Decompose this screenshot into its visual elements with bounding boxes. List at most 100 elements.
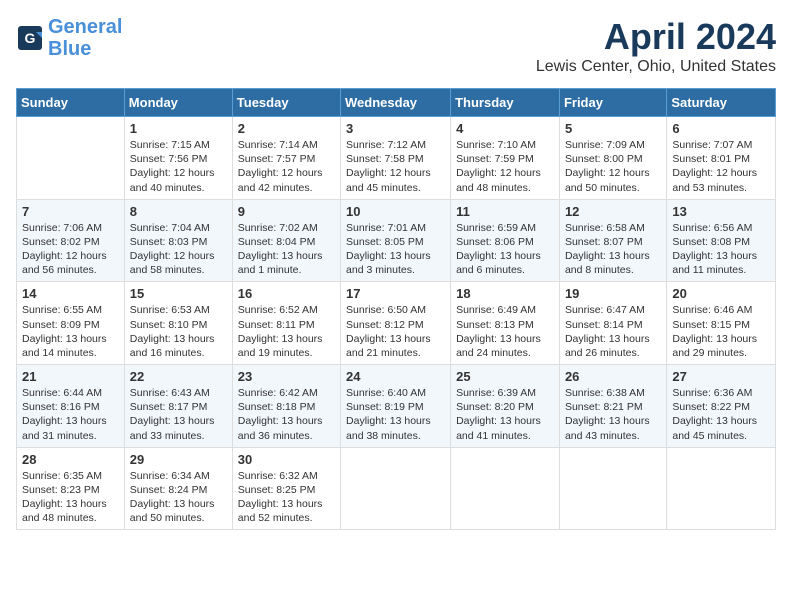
day-content: Sunrise: 6:40 AM Sunset: 8:19 PM Dayligh… xyxy=(346,386,445,443)
day-content: Sunrise: 7:10 AM Sunset: 7:59 PM Dayligh… xyxy=(456,138,554,195)
day-content: Sunrise: 6:46 AM Sunset: 8:15 PM Dayligh… xyxy=(672,303,770,360)
calendar-cell: 18 Sunrise: 6:49 AM Sunset: 8:13 PM Dayli… xyxy=(451,282,560,365)
svg-text:G: G xyxy=(25,30,36,46)
day-number: 18 xyxy=(456,286,554,301)
day-number: 17 xyxy=(346,286,445,301)
day-content: Sunrise: 7:06 AM Sunset: 8:02 PM Dayligh… xyxy=(22,221,119,278)
weekday-header: Sunday xyxy=(17,89,125,117)
day-number: 23 xyxy=(238,369,335,384)
location-title: Lewis Center, Ohio, United States xyxy=(536,58,776,76)
day-number: 16 xyxy=(238,286,335,301)
day-number: 13 xyxy=(672,204,770,219)
day-content: Sunrise: 6:55 AM Sunset: 8:09 PM Dayligh… xyxy=(22,303,119,360)
weekday-header: Tuesday xyxy=(232,89,340,117)
calendar-cell: 10 Sunrise: 7:01 AM Sunset: 8:05 PM Dayli… xyxy=(341,199,451,282)
day-content: Sunrise: 7:07 AM Sunset: 8:01 PM Dayligh… xyxy=(672,138,770,195)
calendar-week-row: 14 Sunrise: 6:55 AM Sunset: 8:09 PM Dayli… xyxy=(17,282,776,365)
day-number: 15 xyxy=(130,286,227,301)
day-content: Sunrise: 6:56 AM Sunset: 8:08 PM Dayligh… xyxy=(672,221,770,278)
day-number: 3 xyxy=(346,121,445,136)
calendar-cell xyxy=(451,447,560,530)
day-number: 5 xyxy=(565,121,661,136)
calendar-cell: 2 Sunrise: 7:14 AM Sunset: 7:57 PM Daylig… xyxy=(232,117,340,200)
weekday-header: Friday xyxy=(559,89,666,117)
day-number: 19 xyxy=(565,286,661,301)
calendar-cell: 19 Sunrise: 6:47 AM Sunset: 8:14 PM Dayli… xyxy=(559,282,666,365)
day-content: Sunrise: 7:01 AM Sunset: 8:05 PM Dayligh… xyxy=(346,221,445,278)
calendar-cell: 29Sunrise: 6:34 AM Sunset: 8:24 PM Dayli… xyxy=(124,447,232,530)
calendar-week-row: 28 Sunrise: 6:35 AM Sunset: 8:23 PM Dayli… xyxy=(17,447,776,530)
calendar-cell: 7 Sunrise: 7:06 AM Sunset: 8:02 PM Daylig… xyxy=(17,199,125,282)
day-content: Sunrise: 6:50 AM Sunset: 8:12 PM Dayligh… xyxy=(346,303,445,360)
calendar-cell xyxy=(341,447,451,530)
calendar-cell: 16Sunrise: 6:52 AM Sunset: 8:11 PM Dayli… xyxy=(232,282,340,365)
calendar-table: SundayMondayTuesdayWednesdayThursdayFrid… xyxy=(16,88,776,530)
calendar-cell: 27 Sunrise: 6:36 AM Sunset: 8:22 PM Dayli… xyxy=(667,365,776,448)
calendar-cell: 24 Sunrise: 6:40 AM Sunset: 8:19 PM Dayli… xyxy=(341,365,451,448)
calendar-cell: 5 Sunrise: 7:09 AM Sunset: 8:00 PM Daylig… xyxy=(559,117,666,200)
day-content: Sunrise: 6:49 AM Sunset: 8:13 PM Dayligh… xyxy=(456,303,554,360)
calendar-cell: 8Sunrise: 7:04 AM Sunset: 8:03 PM Daylig… xyxy=(124,199,232,282)
day-content: Sunrise: 7:14 AM Sunset: 7:57 PM Dayligh… xyxy=(238,138,335,195)
day-content: Sunrise: 7:09 AM Sunset: 8:00 PM Dayligh… xyxy=(565,138,661,195)
calendar-cell: 14 Sunrise: 6:55 AM Sunset: 8:09 PM Dayli… xyxy=(17,282,125,365)
day-number: 2 xyxy=(238,121,335,136)
day-number: 26 xyxy=(565,369,661,384)
day-content: Sunrise: 7:15 AM Sunset: 7:56 PM Dayligh… xyxy=(130,138,227,195)
weekday-header: Saturday xyxy=(667,89,776,117)
day-number: 7 xyxy=(22,204,119,219)
day-content: Sunrise: 6:39 AM Sunset: 8:20 PM Dayligh… xyxy=(456,386,554,443)
weekday-header: Thursday xyxy=(451,89,560,117)
day-number: 25 xyxy=(456,369,554,384)
day-number: 11 xyxy=(456,204,554,219)
day-number: 6 xyxy=(672,121,770,136)
calendar-cell xyxy=(559,447,666,530)
day-number: 1 xyxy=(130,121,227,136)
page-header: G General Blue April 2024 Lewis Center, … xyxy=(16,16,776,76)
day-content: Sunrise: 6:36 AM Sunset: 8:22 PM Dayligh… xyxy=(672,386,770,443)
calendar-week-row: 1 Sunrise: 7:15 AM Sunset: 7:56 PM Daylig… xyxy=(17,117,776,200)
calendar-cell: 15 Sunrise: 6:53 AM Sunset: 8:10 PM Dayli… xyxy=(124,282,232,365)
calendar-cell: 26Sunrise: 6:38 AM Sunset: 8:21 PM Dayli… xyxy=(559,365,666,448)
day-number: 24 xyxy=(346,369,445,384)
calendar-cell: 23 Sunrise: 6:42 AM Sunset: 8:18 PM Dayli… xyxy=(232,365,340,448)
calendar-cell: 6 Sunrise: 7:07 AM Sunset: 8:01 PM Daylig… xyxy=(667,117,776,200)
day-content: Sunrise: 7:02 AM Sunset: 8:04 PM Dayligh… xyxy=(238,221,335,278)
calendar-cell xyxy=(667,447,776,530)
day-content: Sunrise: 6:59 AM Sunset: 8:06 PM Dayligh… xyxy=(456,221,554,278)
day-content: Sunrise: 6:58 AM Sunset: 8:07 PM Dayligh… xyxy=(565,221,661,278)
calendar-cell: 30Sunrise: 6:32 AM Sunset: 8:25 PM Dayli… xyxy=(232,447,340,530)
day-number: 12 xyxy=(565,204,661,219)
calendar-cell: 17 Sunrise: 6:50 AM Sunset: 8:12 PM Dayli… xyxy=(341,282,451,365)
month-title: April 2024 xyxy=(536,16,776,58)
calendar-cell: 13 Sunrise: 6:56 AM Sunset: 8:08 PM Dayli… xyxy=(667,199,776,282)
day-content: Sunrise: 7:12 AM Sunset: 7:58 PM Dayligh… xyxy=(346,138,445,195)
day-number: 14 xyxy=(22,286,119,301)
day-number: 8 xyxy=(130,204,227,219)
day-number: 9 xyxy=(238,204,335,219)
calendar-cell: 25 Sunrise: 6:39 AM Sunset: 8:20 PM Dayli… xyxy=(451,365,560,448)
calendar-week-row: 7 Sunrise: 7:06 AM Sunset: 8:02 PM Daylig… xyxy=(17,199,776,282)
logo-icon: G xyxy=(16,24,44,52)
day-content: Sunrise: 6:42 AM Sunset: 8:18 PM Dayligh… xyxy=(238,386,335,443)
day-content: Sunrise: 6:53 AM Sunset: 8:10 PM Dayligh… xyxy=(130,303,227,360)
calendar-cell: 12 Sunrise: 6:58 AM Sunset: 8:07 PM Dayli… xyxy=(559,199,666,282)
day-number: 21 xyxy=(22,369,119,384)
weekday-header: Monday xyxy=(124,89,232,117)
day-content: Sunrise: 6:44 AM Sunset: 8:16 PM Dayligh… xyxy=(22,386,119,443)
day-number: 10 xyxy=(346,204,445,219)
day-number: 27 xyxy=(672,369,770,384)
day-number: 22 xyxy=(130,369,227,384)
calendar-header-row: SundayMondayTuesdayWednesdayThursdayFrid… xyxy=(17,89,776,117)
weekday-header: Wednesday xyxy=(341,89,451,117)
day-number: 4 xyxy=(456,121,554,136)
calendar-cell: 11 Sunrise: 6:59 AM Sunset: 8:06 PM Dayli… xyxy=(451,199,560,282)
calendar-cell: 20Sunrise: 6:46 AM Sunset: 8:15 PM Dayli… xyxy=(667,282,776,365)
day-content: Sunrise: 6:35 AM Sunset: 8:23 PM Dayligh… xyxy=(22,469,119,526)
calendar-week-row: 21 Sunrise: 6:44 AM Sunset: 8:16 PM Dayli… xyxy=(17,365,776,448)
logo-text: General Blue xyxy=(48,16,122,60)
calendar-cell: 3 Sunrise: 7:12 AM Sunset: 7:58 PM Daylig… xyxy=(341,117,451,200)
calendar-cell: 28 Sunrise: 6:35 AM Sunset: 8:23 PM Dayli… xyxy=(17,447,125,530)
day-content: Sunrise: 6:47 AM Sunset: 8:14 PM Dayligh… xyxy=(565,303,661,360)
day-number: 28 xyxy=(22,452,119,467)
